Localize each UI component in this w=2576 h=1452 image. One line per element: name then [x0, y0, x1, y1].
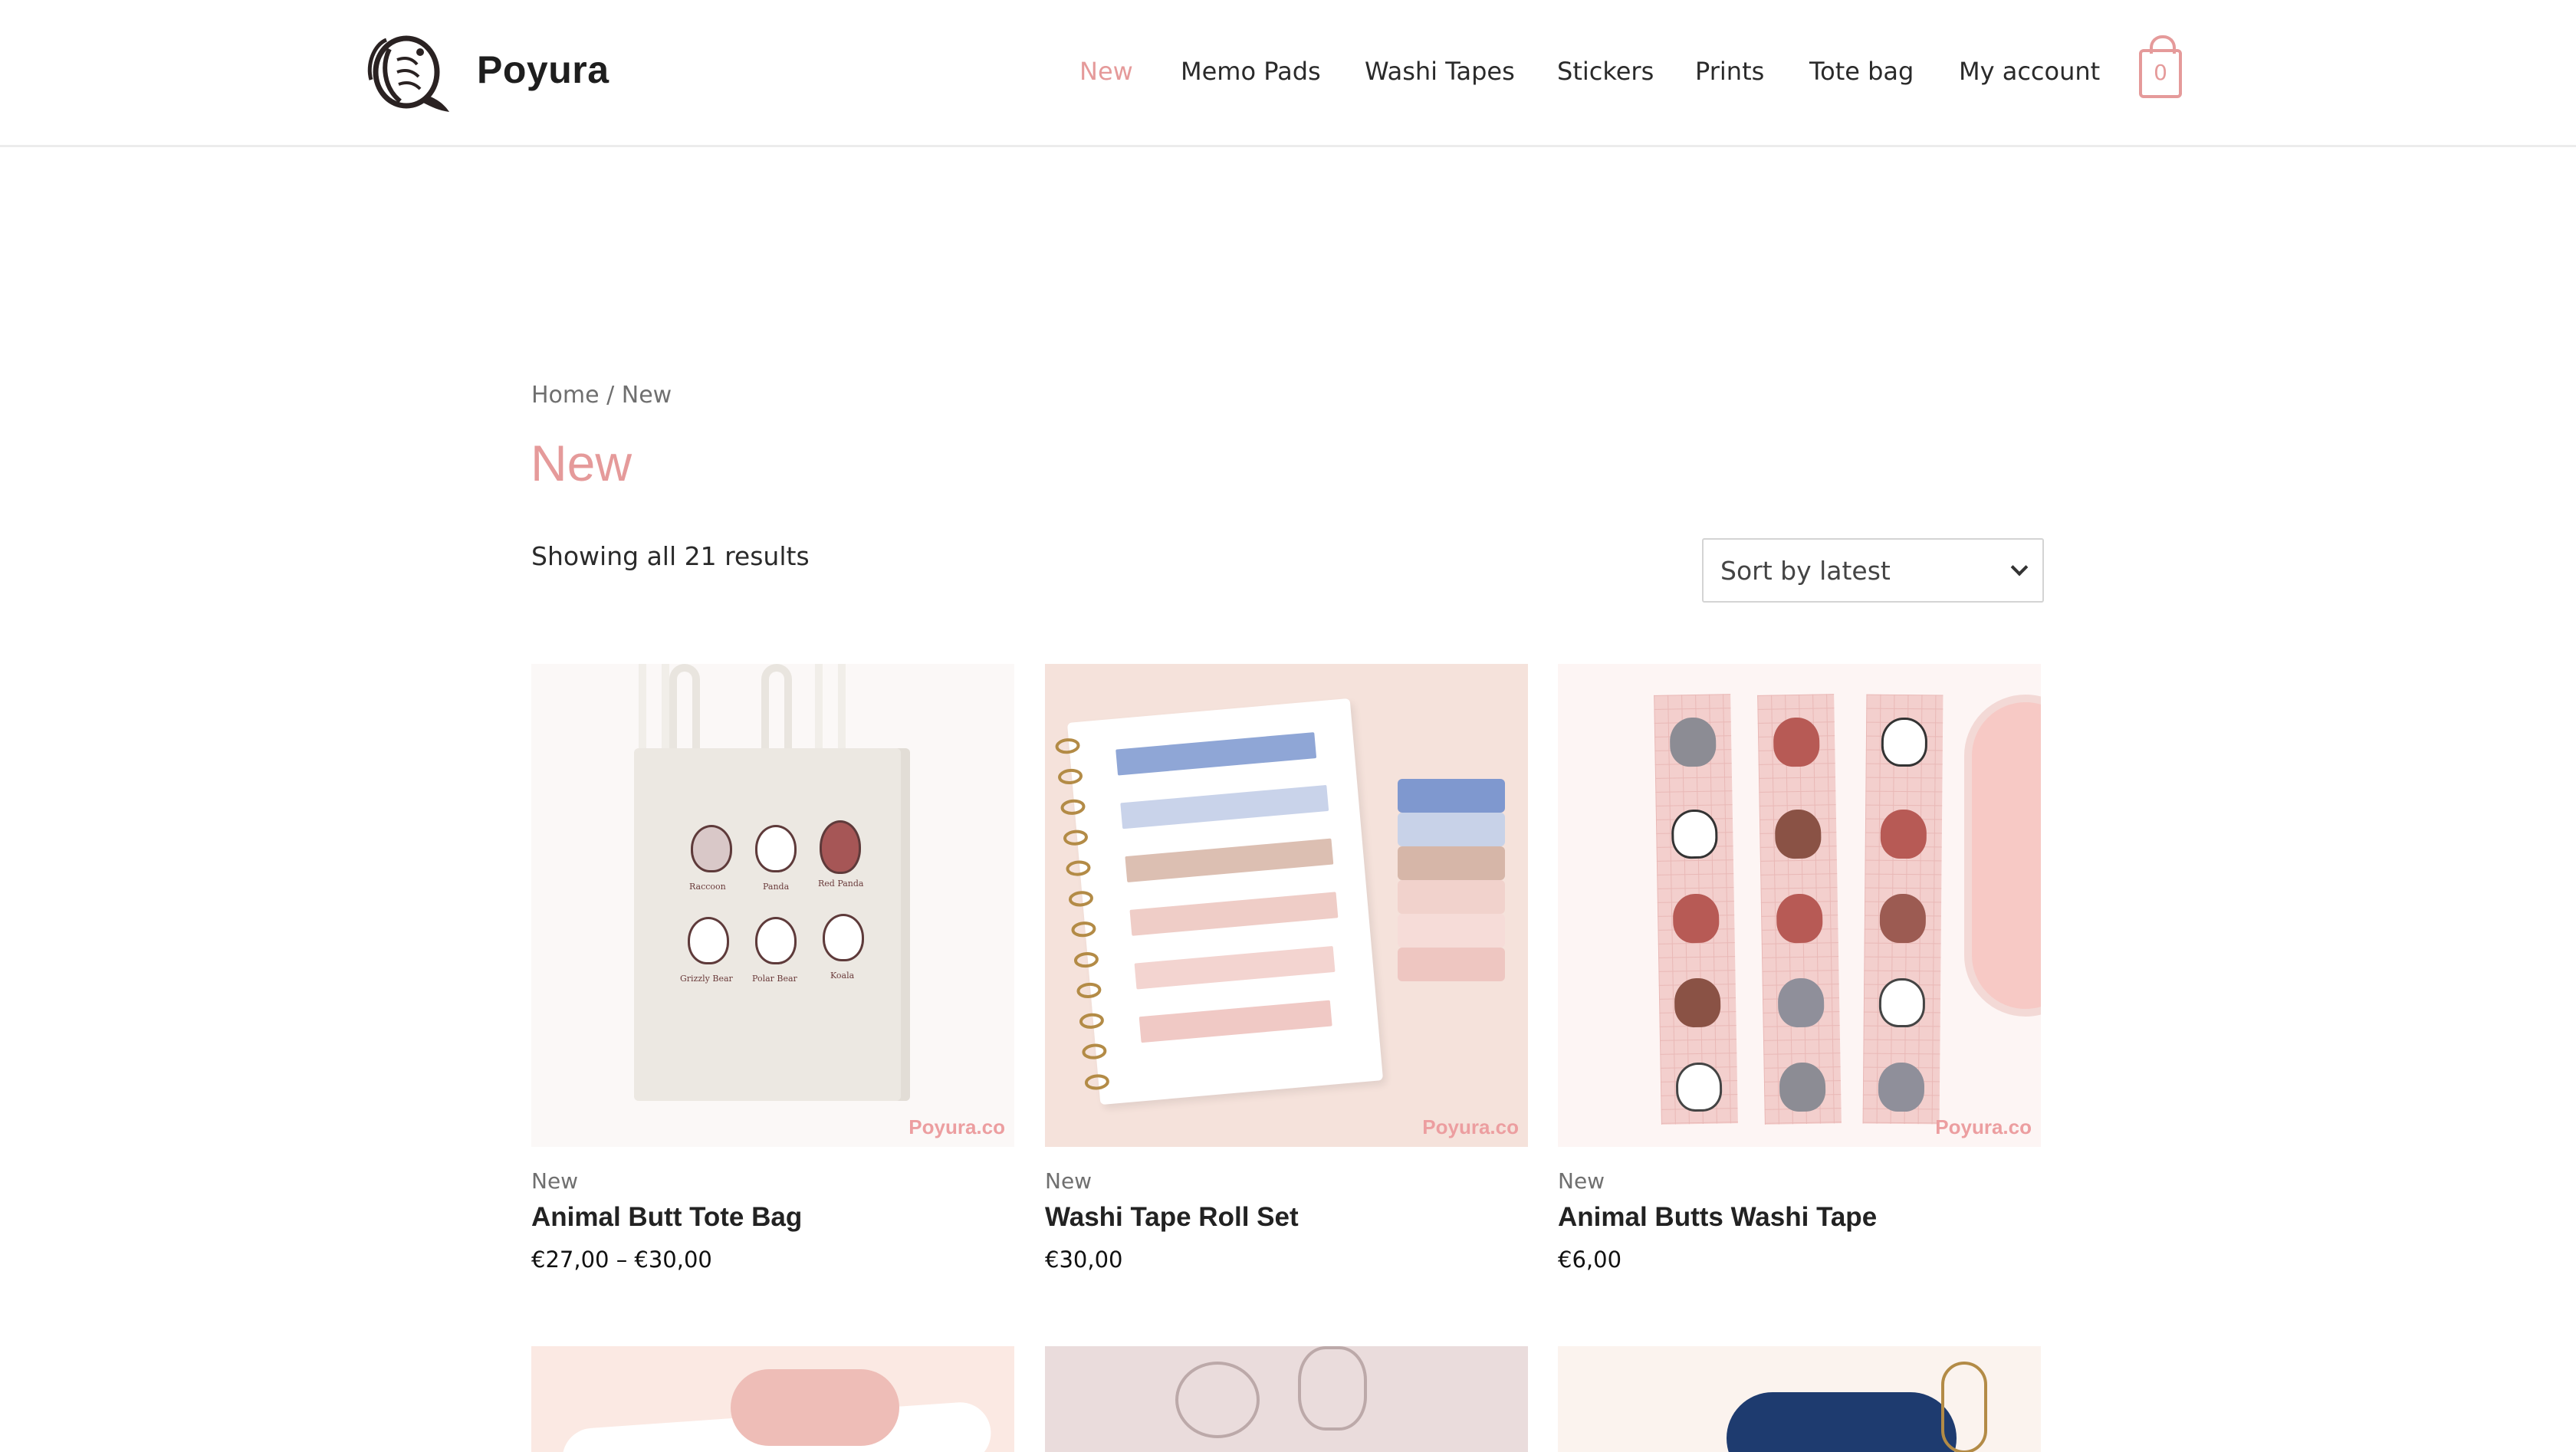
art-label: Panda [763, 882, 790, 892]
grizzly-bear-icon [688, 917, 729, 964]
red-panda-icon [1880, 809, 1927, 859]
roll-band [1398, 880, 1505, 914]
roll-band [1398, 813, 1505, 846]
art-label: Red Panda [818, 879, 864, 889]
art-label: Grizzly Bear [680, 974, 733, 984]
product-title[interactable]: Animal Butt Tote Bag [531, 1202, 802, 1233]
roll-band [1398, 779, 1505, 813]
raccoon-icon [691, 825, 732, 872]
spiral-binding [1941, 1362, 1987, 1452]
product-image-partial[interactable] [1558, 1346, 2041, 1452]
cart-count: 0 [2154, 60, 2167, 85]
product-category[interactable]: New [1045, 1168, 1092, 1194]
product-title[interactable]: Washi Tape Roll Set [1045, 1202, 1299, 1233]
nav-item-stickers[interactable]: Stickers [1557, 57, 1654, 86]
washi-strip [1125, 838, 1334, 883]
nav-item-tote-bag[interactable]: Tote bag [1809, 57, 1914, 86]
polar-bear-icon [1878, 977, 1926, 1028]
koala-icon [1777, 977, 1825, 1028]
washi-roll-stack [1398, 779, 1505, 981]
product-price: €27,00 – €30,00 [531, 1247, 712, 1273]
washi-tape-strip [1654, 694, 1738, 1125]
red-panda-icon [1776, 893, 1823, 944]
chevron-down-icon [2010, 558, 2029, 577]
breadcrumb-home-link[interactable]: Home [531, 382, 600, 409]
panda-icon [1175, 1362, 1260, 1438]
product-card[interactable]: Poyura.co New Animal Butts Washi Tape €6… [1558, 664, 2041, 1273]
roll-band [1398, 846, 1505, 880]
grizzly-bear-icon [1774, 809, 1822, 859]
product-card[interactable]: Poyura.co New Washi Tape Roll Set €30,00 [1045, 664, 1528, 1273]
animal-butt-illustration: Raccoon Panda Red Panda Grizzly Bear Pol… [680, 817, 872, 1001]
product-image-washi-tape-roll-set[interactable]: Poyura.co [1045, 664, 1528, 1147]
spiral-binding [1055, 738, 1109, 1090]
sort-select[interactable]: Sort by latest [1702, 538, 2044, 603]
image-watermark: Poyura.co [909, 1115, 1005, 1138]
result-count: Showing all 21 results [531, 541, 810, 571]
image-watermark: Poyura.co [1422, 1115, 1519, 1138]
nav-item-prints[interactable]: Prints [1695, 57, 1764, 86]
washi-strip [1120, 784, 1329, 829]
grizzly-bear-icon [1879, 893, 1927, 944]
raccoon-icon [1669, 717, 1717, 767]
product-image-partial[interactable] [1045, 1346, 1528, 1452]
panda-icon [1671, 809, 1718, 859]
washi-strip [1138, 1000, 1332, 1043]
washi-strip [1129, 892, 1339, 936]
washi-roll [731, 1369, 899, 1446]
brand-name[interactable]: Poyura [477, 48, 610, 92]
product-category[interactable]: New [1558, 1168, 1605, 1194]
product-image-tote-bag[interactable]: Raccoon Panda Red Panda Grizzly Bear Pol… [531, 664, 1014, 1147]
washi-roll [1964, 695, 2041, 1017]
koala-icon [1878, 1062, 1925, 1112]
product-title[interactable]: Animal Butts Washi Tape [1558, 1202, 1877, 1233]
breadcrumb: Home / New [531, 382, 672, 409]
product-image-animal-butts-washi-tape[interactable]: Poyura.co [1558, 664, 2041, 1147]
washi-tape-strip [1862, 694, 1944, 1125]
washi-roll [1727, 1392, 1957, 1452]
washi-strip [1116, 732, 1317, 776]
roll-band [1398, 948, 1505, 981]
product-card[interactable]: Raccoon Panda Red Panda Grizzly Bear Pol… [531, 664, 1014, 1273]
product-category[interactable]: New [531, 1168, 578, 1194]
washi-tape-strip [1757, 694, 1842, 1125]
page-title: New [531, 435, 632, 491]
product-price: €6,00 [1558, 1247, 1622, 1273]
image-watermark: Poyura.co [1935, 1115, 2032, 1138]
raccoon-icon [1779, 1062, 1826, 1112]
art-label: Polar Bear [752, 974, 797, 984]
art-label: Raccoon [689, 882, 726, 892]
breadcrumb-separator: / [599, 382, 622, 409]
panda-icon [755, 825, 797, 872]
breadcrumb-current: New [621, 382, 672, 409]
site-header: Poyura New Memo Pads Washi Tapes Sticker… [0, 0, 2576, 147]
koala-icon [823, 914, 864, 961]
panda-icon [1881, 717, 1928, 767]
red-panda-icon [1298, 1346, 1367, 1431]
roll-band [1398, 914, 1505, 948]
nav-item-washi-tapes[interactable]: Washi Tapes [1365, 57, 1515, 86]
nav-item-memo-pads[interactable]: Memo Pads [1181, 57, 1321, 86]
notebook [1055, 698, 1384, 1105]
nav-item-new[interactable]: New [1079, 57, 1133, 86]
grizzly-bear-icon [1674, 977, 1721, 1028]
nav-item-my-account[interactable]: My account [1959, 57, 2100, 86]
red-panda-icon [1672, 893, 1720, 944]
product-price: €30,00 [1045, 1247, 1123, 1273]
art-label: Koala [830, 971, 855, 981]
cart-icon[interactable]: 0 [2139, 35, 2182, 98]
red-panda-icon [1773, 717, 1820, 767]
tote-body: Raccoon Panda Red Panda Grizzly Bear Pol… [634, 748, 910, 1101]
red-panda-icon [820, 820, 861, 874]
product-image-partial[interactable] [531, 1346, 1014, 1452]
washi-strip [1134, 945, 1336, 990]
sort-select-value: Sort by latest [1720, 555, 1891, 586]
polar-bear-icon [755, 917, 797, 964]
polar-bear-icon [1675, 1062, 1723, 1112]
poyura-logo-icon[interactable] [366, 34, 452, 113]
